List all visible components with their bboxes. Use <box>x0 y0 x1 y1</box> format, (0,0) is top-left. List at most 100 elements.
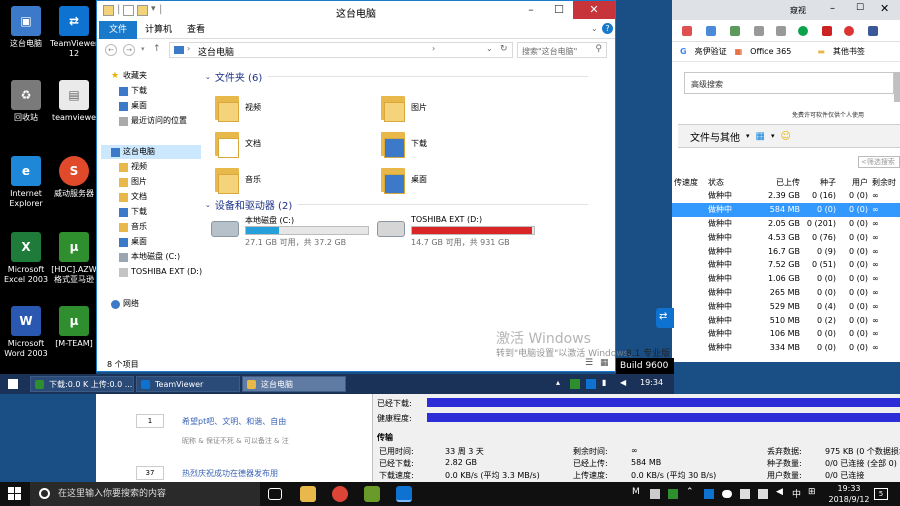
table-row[interactable]: 做种中 16.7 GB 0 (9) 0 (0) ∞ <box>672 244 900 258</box>
table-row[interactable]: 做种中 529 MB 0 (4) 0 (0) ∞ <box>672 299 900 313</box>
close-button[interactable]: ✕ <box>573 1 615 19</box>
clock[interactable]: 19:33 2018/9/12 <box>826 483 872 505</box>
tiles-view-icon[interactable]: ▦ <box>600 358 609 368</box>
col-uploaded[interactable]: 已上传 <box>760 175 802 189</box>
nav-pc-downloads[interactable]: 下载 <box>119 205 147 219</box>
tab-computer[interactable]: 计算机 <box>135 21 182 39</box>
smiley-icon[interactable]: ☺ <box>780 131 790 142</box>
desktop-icon-teamviewer-file[interactable]: ▤ teamviewe <box>50 80 98 123</box>
teamviewer-icon[interactable] <box>396 486 412 502</box>
extension-icon[interactable] <box>798 26 808 36</box>
nav-fav-recent[interactable]: 最近访问的位置 <box>119 114 187 128</box>
chevron-down-icon[interactable]: ▾ <box>141 45 145 53</box>
table-row[interactable]: 做种中 4.53 GB 0 (76) 0 (0) ∞ <box>672 230 900 244</box>
address-bar[interactable]: › 这台电脑 › ⌄ ↻ <box>169 42 513 58</box>
chevron-down-icon[interactable]: ▾ <box>746 132 750 140</box>
utorrent-tray-icon[interactable] <box>668 489 678 499</box>
drive-d[interactable]: TOSHIBA EXT (D:) 14.7 GB 可用，共 931 GB <box>377 215 567 247</box>
extension-icon[interactable] <box>754 26 764 36</box>
scrollbar[interactable] <box>894 72 900 102</box>
advanced-search-link[interactable]: 高级搜索 <box>684 72 894 94</box>
notification-icon[interactable]: 5 <box>874 488 888 500</box>
taskbar-search[interactable]: 在这里输入你要搜索的内容 <box>30 482 260 506</box>
help-icon[interactable]: ? <box>602 23 613 34</box>
task-view-icon[interactable] <box>268 488 282 500</box>
devices-group-header[interactable]: ⌄ 设备和驱动器 (2) <box>205 197 605 212</box>
tab-file[interactable]: 文件 <box>99 21 138 39</box>
details-view-icon[interactable]: ☰ <box>585 358 593 368</box>
col-speed[interactable]: 传速度 <box>672 175 706 189</box>
extension-icon[interactable] <box>706 26 716 36</box>
volume-icon[interactable]: ◀ <box>620 378 626 387</box>
bookmark-verify[interactable]: 亮伊验证 <box>695 46 727 57</box>
tray-chevron-icon[interactable]: ⌃ <box>686 487 696 497</box>
filter-input[interactable]: <筛选搜索 <box>858 156 900 168</box>
refresh-icon[interactable]: ↻ <box>500 44 508 54</box>
table-row[interactable]: 做种中 265 MB 0 (0) 0 (0) ∞ <box>672 286 900 300</box>
table-row[interactable]: 做种中 2.39 GB 0 (16) 0 (0) ∞ <box>672 189 900 203</box>
desktop-icon-this-pc[interactable]: ▣ 这台电脑 <box>2 6 50 49</box>
tab-view[interactable]: 查看 <box>177 21 215 39</box>
extension-icon[interactable] <box>844 26 854 36</box>
windows-icon[interactable]: ▦ <box>756 131 765 142</box>
chevron-down-icon[interactable]: ▾ <box>771 132 775 140</box>
folder-videos[interactable]: 视频 <box>215 87 365 127</box>
folder-documents[interactable]: 文档 <box>215 123 365 163</box>
extension-icon[interactable] <box>730 26 740 36</box>
teamviewer-tray-icon[interactable] <box>704 489 714 499</box>
folder-desktop[interactable]: 桌面 <box>381 159 531 199</box>
nav-pc-documents[interactable]: 文档 <box>119 190 147 204</box>
nav-pc-toshiba[interactable]: TOSHIBA EXT (D:) <box>119 265 202 279</box>
extension-icon[interactable] <box>682 26 692 36</box>
forum-link[interactable]: 希望pt吧、文明、和谐、自由 <box>182 416 286 427</box>
nav-pc-local-disk[interactable]: 本地磁盘 (C:) <box>119 250 180 264</box>
start-icon[interactable] <box>8 379 18 389</box>
nav-favorites[interactable]: ★ 收藏夹 <box>111 69 147 83</box>
nav-pc-pictures[interactable]: 图片 <box>119 175 147 189</box>
desktop-icon-utorrent-1[interactable]: µ [HDC].AZW 格式亚马逊 <box>50 232 98 285</box>
taskbar-item-explorer[interactable]: 这台电脑 <box>242 376 346 392</box>
network-tray-icon[interactable]: ▮ <box>602 378 606 387</box>
chevron-down-icon[interactable]: ⌄ <box>486 44 493 53</box>
onedrive-icon[interactable] <box>722 490 732 498</box>
taskbar-item-utorrent[interactable]: 下载:0.0 K 上传:0.0 ... <box>30 376 134 392</box>
start-button[interactable] <box>8 487 22 501</box>
bookmark-office365[interactable]: Office 365 <box>750 47 791 56</box>
extension-icon[interactable] <box>776 26 786 36</box>
nav-fav-desktop[interactable]: 桌面 <box>119 99 147 113</box>
minimize-button[interactable]: – <box>517 1 545 19</box>
maximize-icon[interactable]: ☐ <box>856 3 864 13</box>
folder-downloads[interactable]: 下载 <box>381 123 531 163</box>
chevron-down-icon[interactable]: ⌄ <box>591 24 598 33</box>
teamviewer-panel-tab[interactable]: ⇄ <box>656 308 674 328</box>
ime-icon[interactable]: 中 <box>792 487 802 500</box>
browser-tab-title[interactable]: 窥视 <box>790 5 806 16</box>
desktop-icon-teamviewer[interactable]: ⇄ TeamViewer 12 <box>50 6 98 59</box>
up-arrow-icon[interactable]: ↑ <box>153 44 161 54</box>
table-row[interactable]: 做种中 106 MB 0 (0) 0 (0) ∞ <box>672 327 900 341</box>
search-input[interactable]: 搜索"这台电脑" ⚲ <box>517 42 607 58</box>
chrome-icon[interactable] <box>332 486 348 502</box>
nav-network[interactable]: 网络 <box>111 297 139 311</box>
desktop-icon-utorrent-2[interactable]: µ [M-TEAM] <box>50 306 98 349</box>
desktop-icon-word[interactable]: W Microsoft Word 2003 <box>2 306 50 359</box>
m-app-icon[interactable]: M <box>632 487 642 497</box>
search-icon[interactable]: ⚲ <box>595 44 602 54</box>
folder-pictures[interactable]: 图片 <box>381 87 531 127</box>
nav-fav-downloads[interactable]: 下载 <box>119 84 147 98</box>
col-peers[interactable]: 用户 <box>838 175 870 189</box>
extension-icon[interactable] <box>868 26 878 36</box>
table-row[interactable]: 做种中 1.06 GB 0 (0) 0 (0) ∞ <box>672 272 900 286</box>
desktop-icon-recycle-bin[interactable]: ♻ 回收站 <box>2 80 50 123</box>
battery-icon[interactable] <box>740 489 750 499</box>
desktop-icon-ie[interactable]: e Internet Explorer <box>2 156 50 209</box>
tray-icon[interactable] <box>650 489 660 499</box>
forward-icon[interactable]: → <box>123 44 135 56</box>
bookmark-other[interactable]: 其他书签 <box>833 46 865 57</box>
taskbar-item-teamviewer[interactable]: TeamViewer <box>136 376 240 392</box>
volume-icon[interactable]: ◀ <box>776 487 786 497</box>
back-icon[interactable]: ← <box>105 44 117 56</box>
file-explorer-icon[interactable] <box>300 486 316 502</box>
table-row[interactable]: 做种中 334 MB 0 (0) 0 (0) ∞ <box>672 341 900 355</box>
drive-c[interactable]: 本地磁盘 (C:) 27.1 GB 可用，共 37.2 GB <box>211 215 401 247</box>
